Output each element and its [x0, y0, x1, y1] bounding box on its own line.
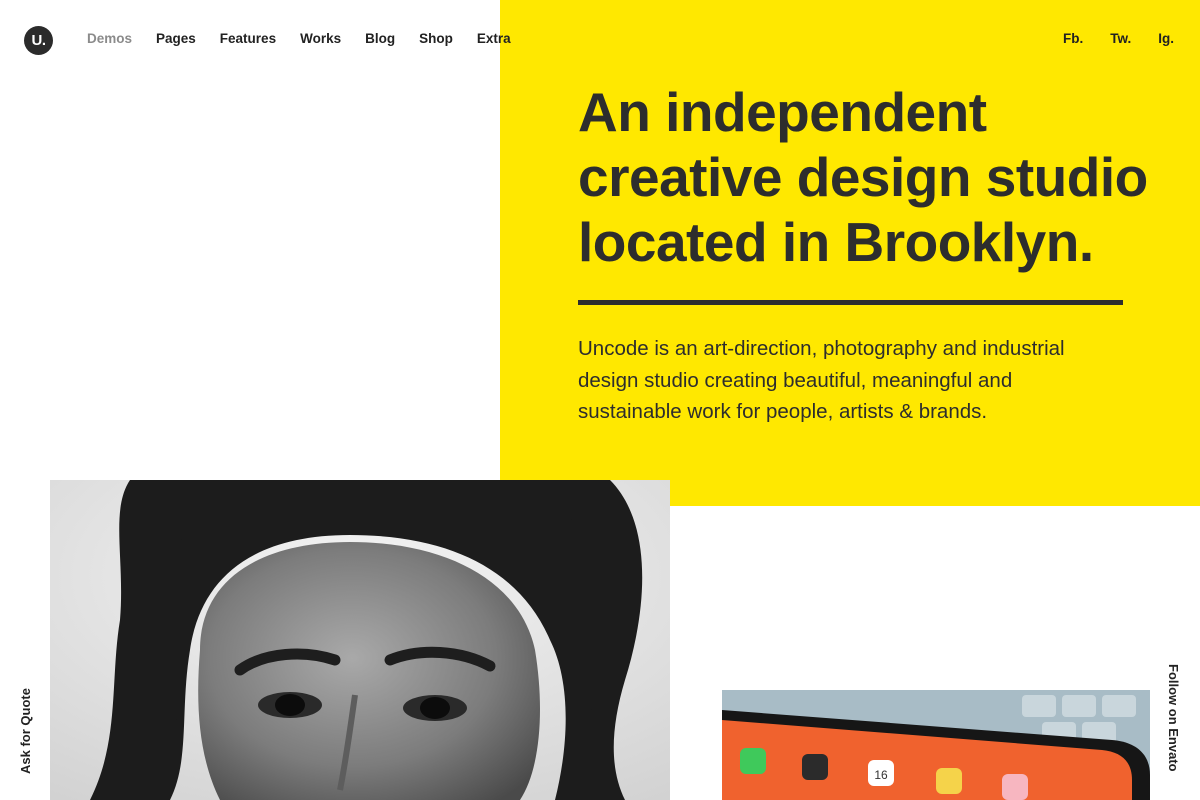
social-link-facebook[interactable]: Fb.: [1063, 31, 1083, 46]
main-nav: Demos Pages Features Works Blog Shop Ext…: [87, 31, 511, 46]
tablet-calendar-day: 16: [874, 768, 888, 782]
tablet-image: 16: [722, 690, 1150, 800]
nav-item-works[interactable]: Works: [300, 31, 341, 46]
hero-intro: Uncode is an art-direction, photography …: [578, 337, 1065, 423]
tablet-photo-icon: 16: [722, 690, 1150, 800]
social-link-twitter[interactable]: Tw.: [1110, 31, 1131, 46]
portrait-image: [50, 480, 670, 800]
nav-item-pages[interactable]: Pages: [156, 31, 196, 46]
nav-item-extra[interactable]: Extra: [477, 31, 511, 46]
hero-headline: An independent creative design studio lo…: [578, 81, 1148, 273]
nav-item-shop[interactable]: Shop: [419, 31, 453, 46]
nav-item-demos[interactable]: Demos: [87, 31, 132, 46]
logo[interactable]: U.: [24, 26, 53, 55]
hero-divider: [578, 300, 1123, 305]
nav-item-blog[interactable]: Blog: [365, 31, 395, 46]
portrait-photo-icon: [50, 480, 670, 800]
follow-on-envato-link[interactable]: Follow on Envato: [1166, 664, 1181, 772]
nav-item-features[interactable]: Features: [220, 31, 276, 46]
social-links: Fb. Tw. Ig.: [1063, 31, 1174, 46]
ask-for-quote-link[interactable]: Ask for Quote: [18, 688, 33, 774]
social-link-instagram[interactable]: Ig.: [1158, 31, 1174, 46]
